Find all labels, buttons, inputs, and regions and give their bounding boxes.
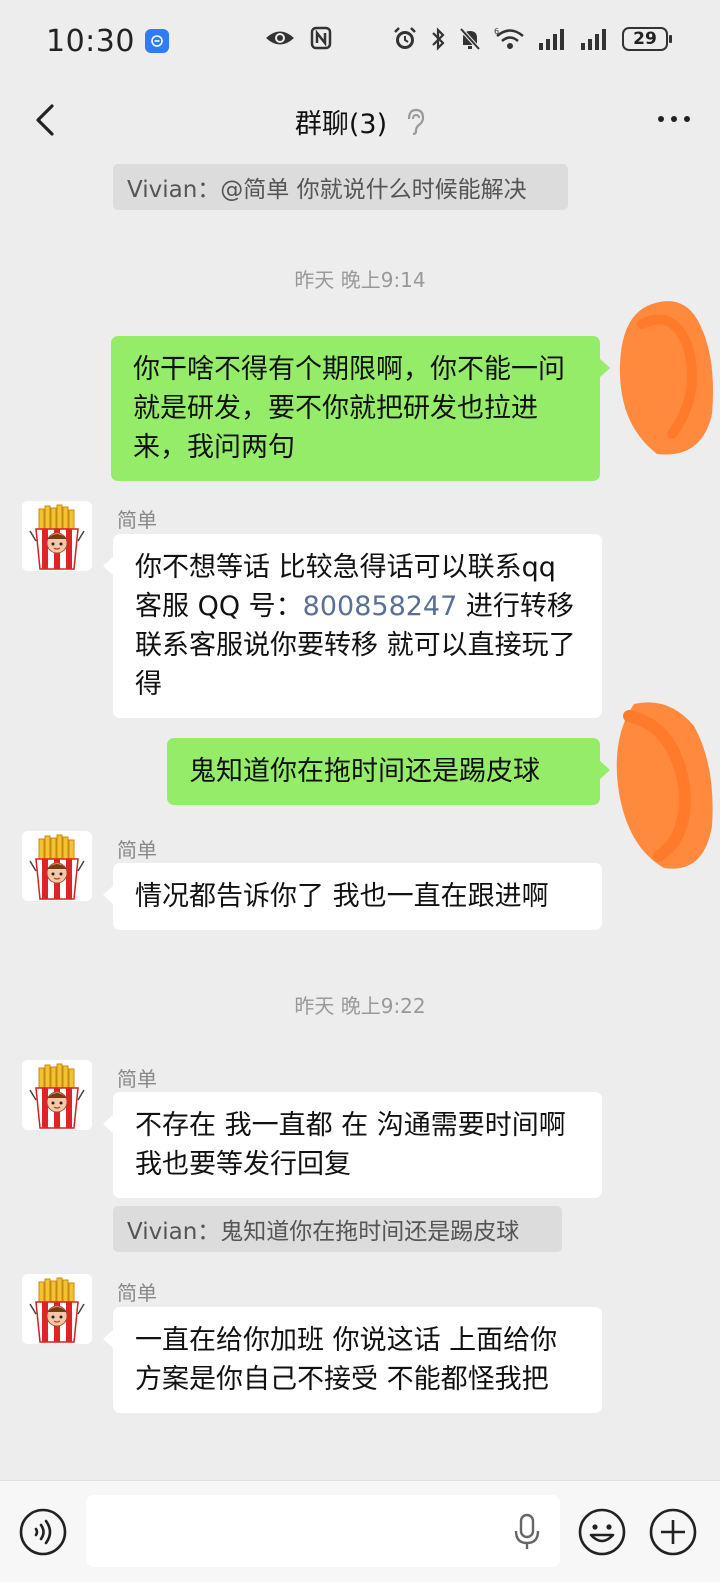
svg-text:6: 6 [494, 27, 499, 36]
message-bubble-other[interactable]: 情况都告诉你了 我也一直在跟进啊 [103, 863, 602, 930]
status-bar: 10:30 6 29 [0, 0, 720, 82]
eye-icon [266, 31, 294, 45]
battery-indicator: 29 [622, 27, 672, 51]
fries-avatar [22, 1060, 92, 1130]
nfc-icon [310, 26, 332, 50]
status-time: 10:30 [46, 23, 135, 59]
mute-bell-icon [459, 27, 481, 51]
avatar[interactable] [22, 501, 92, 571]
chat-header: 群聊(3) [0, 82, 720, 160]
notification-app-icon [144, 29, 169, 53]
message-bubble-self[interactable]: 你干啥不得有个期限啊，你不能一问就是研发，要不你就把研发也拉进来，我问两句 [111, 336, 610, 481]
fries-avatar [22, 1274, 92, 1344]
sender-name: 简单 [117, 1281, 157, 1305]
fries-avatar [22, 831, 92, 901]
sender-name: 简单 [117, 508, 157, 532]
wifi-icon: 6 [494, 27, 524, 49]
chat-message-list[interactable]: Vivian：@简单 你就说什么时候能解决 昨天 晚上9:14 你干啥不得有个期… [0, 160, 720, 1480]
page-title: 群聊(3) [294, 108, 388, 140]
mic-icon[interactable] [512, 1513, 542, 1551]
back-icon[interactable] [26, 100, 66, 140]
avatar[interactable] [22, 1274, 92, 1344]
sender-name: 简单 [117, 838, 157, 862]
voice-icon[interactable] [18, 1507, 68, 1557]
qq-number-link[interactable]: 800858247 [303, 591, 458, 622]
signal-icon-2 [581, 29, 606, 50]
fries-avatar [22, 501, 92, 571]
timestamp: 昨天 晚上9:22 [294, 994, 426, 1018]
more-icon[interactable] [654, 104, 694, 134]
message-bubble-other[interactable]: 你不想等话 比较急得话可以联系qq 客服 QQ 号：800858247 进行转移… [103, 534, 602, 718]
redaction-scribble [616, 702, 713, 869]
input-bar [0, 1480, 720, 1582]
plus-icon[interactable] [648, 1507, 698, 1557]
emoji-icon[interactable] [577, 1507, 627, 1557]
redaction-scribble [619, 301, 713, 455]
signal-icon-1 [539, 29, 564, 50]
quoted-message[interactable]: Vivian：@简单 你就说什么时候能解决 [113, 164, 568, 210]
bluetooth-icon [432, 27, 445, 51]
avatar[interactable] [22, 831, 92, 901]
message-bubble-self[interactable]: 鬼知道你在拖时间还是踢皮球 [167, 738, 610, 805]
quoted-message[interactable]: Vivian：鬼知道你在拖时间还是踢皮球 [113, 1206, 562, 1252]
avatar[interactable] [22, 1060, 92, 1130]
timestamp: 昨天 晚上9:14 [294, 268, 426, 292]
sender-name: 简单 [117, 1067, 157, 1091]
ear-icon [408, 108, 425, 135]
message-bubble-other[interactable]: 一直在给你加班 你说这话 上面给你方案是你自己不接受 不能都怪我把 [103, 1307, 602, 1413]
alarm-icon [394, 27, 416, 49]
message-input[interactable] [86, 1495, 560, 1567]
message-bubble-other[interactable]: 不存在 我一直都 在 沟通需要时间啊 我也要等发行回复 [103, 1092, 602, 1198]
